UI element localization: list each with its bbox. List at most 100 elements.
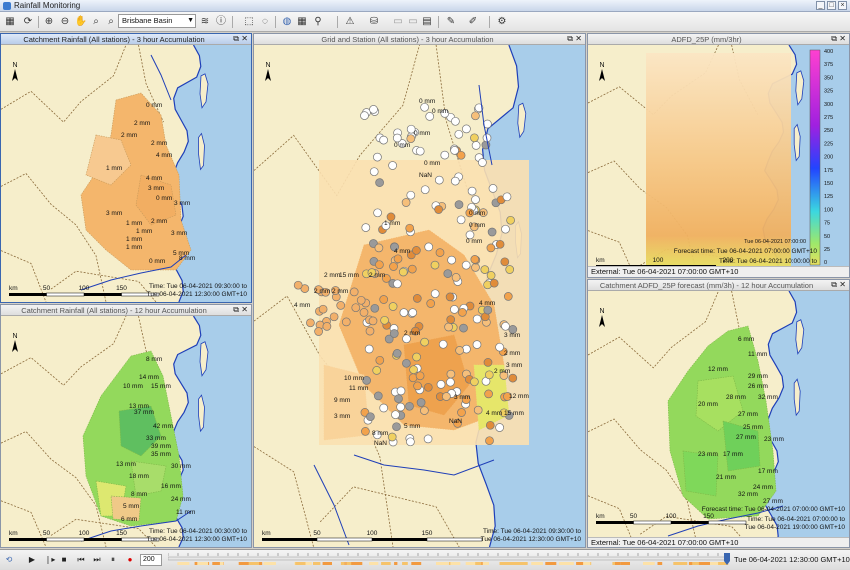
station-marker: [423, 382, 433, 392]
map-view[interactable]: N 8 mm 14 mm 10 mm 15 mm 13 mm 37 mm 42 mm 33 mm…: [1, 316, 251, 547]
restore-icon[interactable]: ⧉: [233, 34, 239, 44]
scale-50-label: 50: [313, 530, 321, 537]
timeline-data-mark: [515, 562, 528, 565]
play-icon[interactable]: ▶: [26, 554, 38, 566]
station-marker: [435, 248, 445, 257]
edit-icon[interactable]: ✐: [466, 15, 480, 29]
rainfall-label: 11 mm: [349, 385, 368, 392]
time-range-start: Time: Tue 06-04-2021 00:30:00 to: [149, 528, 247, 535]
export-icon[interactable]: ▤: [420, 15, 434, 29]
rainfall-label: NaN: [449, 418, 462, 425]
basin-select[interactable]: Brisbane Basin ▼: [118, 14, 196, 28]
station-marker: [503, 292, 513, 301]
legend-tick: 300: [824, 102, 833, 108]
timeline-data-mark: [450, 562, 461, 565]
panel-adfd-forecast-12hr[interactable]: Catchment ADFD_25P forecast (mm/3h) - 12…: [587, 279, 850, 548]
panel-catchment-3hr[interactable]: Catchment Rainfall (All stations) - 3 ho…: [0, 33, 252, 303]
map-view[interactable]: N 6 mm 11 mm 12 mm 29 mm 26 mm 28 mm 32 mm 20 mm…: [588, 291, 849, 547]
station-marker: [416, 398, 426, 407]
station-marker: [458, 308, 467, 317]
pan-hand-icon[interactable]: ✋: [74, 15, 88, 29]
skip-back-icon[interactable]: ⏮: [75, 554, 87, 566]
zoom-region-icon[interactable]: ⌕: [104, 15, 118, 29]
rainfall-label: 0 mm: [149, 258, 165, 265]
panel-catchment-12hr[interactable]: Catchment Rainfall (All stations) - 12 h…: [0, 304, 252, 548]
info-icon[interactable]: ⓘ: [214, 15, 228, 29]
close-icon[interactable]: ✕: [241, 34, 248, 44]
panel-adfd-25p[interactable]: ADFD_25P (mm/3hr) ⧉ ✕ 400 375 350 325 300 275…: [587, 33, 850, 278]
scale-150-label: 150: [116, 530, 127, 537]
restore-icon[interactable]: ⧉: [831, 280, 837, 290]
maximize-button[interactable]: □: [827, 1, 836, 10]
close-icon[interactable]: ✕: [241, 305, 248, 315]
select-rect-icon[interactable]: ⬚: [242, 15, 256, 29]
zoom-extent-icon[interactable]: ⌕: [89, 15, 103, 29]
station-marker: [483, 358, 493, 367]
map-view[interactable]: 400 375 350 325 300 275 250 225 200 175 150 125 100 7…: [588, 45, 849, 277]
station-marker: [450, 176, 460, 186]
station-marker: [450, 146, 459, 155]
panel-grid-station[interactable]: Grid and Station (All stations) - 3 hour…: [253, 33, 586, 548]
grid-icon[interactable]: ▦: [3, 15, 17, 29]
time-range-end: Tue 06-04-2021 19:00:00 GMT+10: [745, 524, 846, 531]
scale-150-label: 150: [116, 285, 127, 292]
location-pin-icon[interactable]: ⚲: [311, 15, 325, 29]
lasso-icon[interactable]: ◌: [258, 15, 272, 29]
skip-forward-icon[interactable]: ⏭: [91, 554, 103, 566]
station-marker: [380, 315, 389, 325]
pencil-icon[interactable]: ✎: [444, 15, 458, 29]
map-view[interactable]: N 0 mm 0 mm 0 mm 0 mm NaN 0 mm 0 mm 0 mm 0 mm 1 mm…: [254, 45, 585, 547]
station-marker: [445, 292, 455, 302]
table-view-icon[interactable]: ▭: [406, 15, 420, 29]
close-icon[interactable]: ✕: [839, 34, 846, 44]
station-marker: [495, 239, 505, 249]
loop-icon[interactable]: ⟲: [3, 554, 15, 566]
restore-icon[interactable]: ⧉: [831, 34, 837, 44]
station-marker: [470, 133, 479, 143]
rainfall-label: 0 mm: [469, 222, 485, 229]
table-icon[interactable]: ▦: [295, 15, 309, 29]
rainfall-label: 18 mm: [129, 473, 149, 480]
rainfall-label: 5 mm: [123, 503, 139, 510]
step-forward-icon[interactable]: ❘▸: [44, 554, 56, 566]
step-spinner[interactable]: 200: [140, 554, 162, 566]
timeline-slider[interactable]: [168, 553, 730, 567]
time-range-start: Time: Tue 06-04-2021 07:00:00 to: [747, 516, 845, 523]
pause-icon[interactable]: ⏸: [107, 554, 119, 566]
timeline-data-mark: [576, 562, 584, 565]
station-marker: [495, 342, 504, 352]
map-view[interactable]: N0 mm 2 mm 2 mm 2 mm 4 mm 1 mm 3 mm 4 mm 3 mm 0 m…: [1, 45, 251, 302]
rainfall-label: 4 mm: [294, 302, 310, 309]
stop-icon[interactable]: ■: [58, 554, 70, 566]
station-marker: [471, 141, 481, 150]
layers-icon[interactable]: ≋: [198, 15, 212, 29]
close-button[interactable]: ×: [838, 1, 847, 10]
minimize-button[interactable]: _: [816, 1, 825, 10]
close-icon[interactable]: ✕: [839, 280, 846, 290]
scale-bar-segment: [316, 537, 373, 542]
zoom-out-icon[interactable]: ⊖: [58, 15, 72, 29]
globe-icon[interactable]: ◍: [280, 15, 294, 29]
rainfall-label: 3 mm: [504, 332, 520, 339]
station-marker: [387, 432, 397, 442]
restore-icon[interactable]: ⧉: [233, 305, 239, 315]
legend-tick: 250: [824, 128, 833, 134]
scale-km-label: km: [9, 530, 18, 537]
rainfall-label: 0 mm: [414, 130, 430, 137]
rainfall-label: 37 mm: [134, 409, 154, 416]
paint-icon[interactable]: ⛁: [367, 15, 381, 29]
warning-icon[interactable]: ⚠: [343, 15, 357, 29]
station-marker: [369, 167, 379, 177]
external-status: External: Tue 06-04-2021 07:00:00 GMT+10: [588, 537, 849, 547]
refresh-icon[interactable]: ⟳: [21, 15, 35, 29]
zoom-in-icon[interactable]: ⊕: [42, 15, 56, 29]
record-icon[interactable]: ●: [124, 554, 136, 566]
station-marker: [454, 200, 464, 209]
scale-100-label: 100: [79, 530, 90, 537]
chart-icon[interactable]: ▭: [391, 15, 405, 29]
station-marker: [393, 279, 402, 289]
station-marker: [379, 135, 388, 145]
settings-icon[interactable]: ⚙: [495, 15, 509, 29]
restore-icon[interactable]: ⧉: [567, 34, 573, 44]
close-icon[interactable]: ✕: [575, 34, 582, 44]
